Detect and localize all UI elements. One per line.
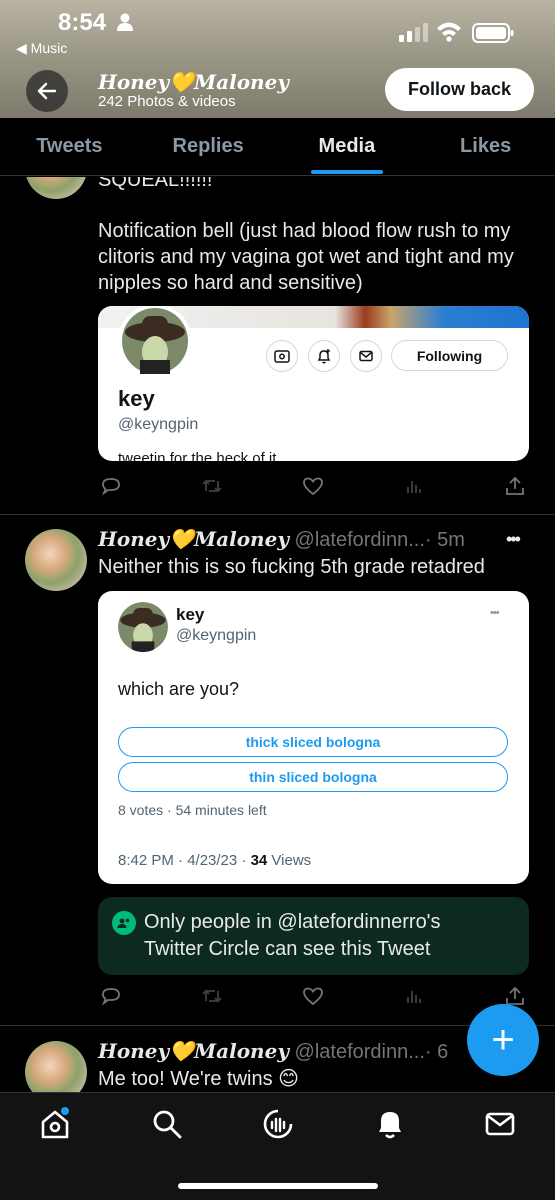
- following-button[interactable]: Following: [391, 340, 508, 371]
- quoted-avatar[interactable]: [118, 602, 168, 652]
- tweet-author-name[interactable]: Honey💛Maloney: [98, 527, 289, 551]
- reply-icon[interactable]: [98, 983, 124, 1009]
- compose-tweet-button[interactable]: +: [467, 1004, 539, 1076]
- tab-tweets[interactable]: Tweets: [0, 118, 139, 175]
- twitter-circle-icon: [112, 911, 136, 935]
- like-icon[interactable]: [300, 983, 326, 1009]
- views-label: Views: [267, 852, 312, 869]
- search-icon[interactable]: [150, 1107, 184, 1141]
- quoted-tweet[interactable]: key @keyngpin ••• which are you? thick s…: [98, 591, 529, 884]
- tweet-text: Neither this is so fucking 5th grade ret…: [98, 556, 485, 578]
- poll-option-thick[interactable]: thick sliced bologna: [118, 727, 508, 757]
- arrow-left-icon: [37, 82, 57, 100]
- plus-icon: +: [491, 1018, 515, 1062]
- share-icon[interactable]: [502, 473, 528, 499]
- tweet-time: · 6: [424, 1041, 449, 1063]
- messages-icon[interactable]: [483, 1107, 517, 1141]
- card-name: key: [118, 386, 155, 411]
- tweet-header: Honey💛Maloney @latefordinn...· 6: [98, 1039, 448, 1064]
- avatar[interactable]: [25, 529, 87, 591]
- person-icon: [117, 13, 133, 31]
- tweet-actions: [98, 983, 528, 1009]
- tweet-actions: [98, 473, 528, 499]
- notification-bell-icon[interactable]: [308, 340, 340, 372]
- tab-likes[interactable]: Likes: [416, 118, 555, 175]
- home-indicator: [178, 1183, 378, 1189]
- profile-name: Honey💛Maloney: [98, 70, 289, 94]
- tweet-header: Honey💛Maloney @latefordinn...· 5m: [98, 527, 465, 552]
- tweet-author-handle: @latefordinn...: [294, 1041, 425, 1063]
- like-icon[interactable]: [300, 473, 326, 499]
- card-bio: tweetin for the heck of it: [118, 450, 277, 461]
- circle-notice-text: Only people in @latefordinnerro's Twitte…: [144, 911, 441, 960]
- cowboy-avatar-icon: [122, 308, 188, 374]
- message-icon[interactable]: [350, 340, 382, 372]
- views-icon[interactable]: [401, 983, 427, 1009]
- tab-replies[interactable]: Replies: [139, 118, 278, 175]
- quoted-more-icon[interactable]: •••: [490, 607, 500, 619]
- quoted-name: key: [176, 605, 205, 624]
- reply-icon[interactable]: [98, 473, 124, 499]
- status-bar: 8:54 ◀ Music: [0, 0, 555, 60]
- tweet-text-top: SQUEAL!!!!!!: [98, 177, 213, 191]
- timestamp-text: 8:42 PM · 4/23/23 ·: [118, 852, 251, 869]
- notifications-icon[interactable]: [373, 1107, 407, 1141]
- media-count: 242 Photos & videos: [98, 93, 236, 110]
- retweet-icon[interactable]: [199, 473, 225, 499]
- more-options-icon[interactable]: [266, 340, 298, 372]
- spaces-icon[interactable]: [261, 1107, 295, 1141]
- status-time: 8:54: [58, 9, 107, 36]
- retweet-icon[interactable]: [199, 983, 225, 1009]
- views-count: 34: [250, 852, 268, 869]
- poll-meta: 8 votes · 54 minutes left: [118, 802, 267, 818]
- tweet-author-handle: @latefordinn...: [294, 529, 425, 551]
- cowboy-avatar-icon: [118, 602, 168, 652]
- quoted-timestamp: 8:42 PM · 4/23/23 · 34 Views: [118, 852, 311, 869]
- twitter-circle-notice: Only people in @latefordinnerro's Twitte…: [98, 897, 529, 975]
- wifi-icon: [437, 22, 461, 42]
- home-icon[interactable]: [38, 1107, 72, 1141]
- tweet-author-name[interactable]: Honey💛Maloney: [98, 1039, 289, 1063]
- profile-card[interactable]: Following key @keyngpin tweetin for the …: [98, 306, 529, 461]
- views-icon[interactable]: [401, 473, 427, 499]
- tweet-text: Notification bell (just had blood flow r…: [98, 220, 514, 294]
- poll-question: which are you?: [118, 679, 240, 699]
- back-button[interactable]: [26, 70, 68, 112]
- card-avatar[interactable]: [118, 306, 192, 378]
- tweet-feed[interactable]: SQUEAL!!!!!! Notification bell (just had…: [0, 177, 555, 1092]
- tweet-text: Me too! We're twins 😊: [98, 1068, 300, 1090]
- back-to-app-link[interactable]: ◀ Music: [16, 40, 67, 57]
- tweet-divider: [0, 514, 555, 515]
- quoted-handle: @keyngpin: [176, 627, 257, 644]
- follow-back-button[interactable]: Follow back: [385, 68, 534, 111]
- poll-option-thin[interactable]: thin sliced bologna: [118, 762, 508, 792]
- more-icon[interactable]: •••: [506, 529, 521, 550]
- avatar[interactable]: [25, 177, 87, 199]
- battery-icon: [472, 23, 514, 43]
- profile-tabs: Tweets Replies Media Likes: [0, 118, 555, 176]
- tab-media[interactable]: Media: [278, 118, 417, 175]
- avatar[interactable]: [25, 1041, 87, 1092]
- tweet-time: · 5m: [424, 529, 465, 551]
- card-handle: @keyngpin: [118, 416, 199, 433]
- cellular-signal-icon: [399, 23, 428, 42]
